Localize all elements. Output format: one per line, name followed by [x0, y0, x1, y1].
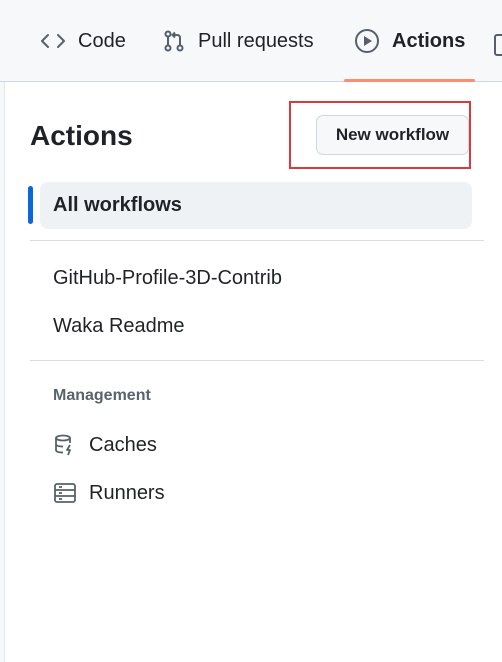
git-pull-request-icon [162, 29, 186, 53]
selected-indicator [28, 186, 33, 224]
repo-nav: Code Pull requests Actions [0, 0, 502, 82]
caches-label: Caches [89, 433, 157, 456]
database-icon [53, 433, 77, 457]
server-icon [53, 481, 77, 505]
tab-actions[interactable]: Actions [354, 0, 465, 82]
divider [30, 360, 484, 361]
sidebar-item-all-workflows[interactable]: All workflows [40, 182, 472, 229]
sidebar-item-caches[interactable]: Caches [53, 433, 157, 457]
code-icon [40, 31, 66, 51]
all-workflows-label: All workflows [53, 194, 182, 216]
page-title: Actions [30, 120, 133, 151]
workflow-item-waka-readme[interactable]: Waka Readme [53, 313, 185, 339]
left-edge [0, 82, 5, 662]
sidebar-item-runners[interactable]: Runners [53, 481, 165, 505]
runners-label: Runners [89, 481, 165, 504]
tab-actions-label: Actions [392, 29, 466, 52]
tab-pull-requests-label: Pull requests [198, 29, 314, 52]
next-tab-icon[interactable] [494, 34, 502, 56]
tab-code-label: Code [78, 29, 126, 52]
tab-pull-requests[interactable]: Pull requests [162, 0, 314, 82]
management-heading: Management [53, 387, 151, 404]
selected-tab-underline [344, 79, 475, 82]
tab-code[interactable]: Code [40, 0, 126, 82]
workflow-item-github-profile-3d-contrib[interactable]: GitHub-Profile-3D-Contrib [53, 265, 282, 291]
play-icon [354, 28, 380, 54]
divider [30, 240, 484, 241]
highlight-box [289, 101, 471, 169]
